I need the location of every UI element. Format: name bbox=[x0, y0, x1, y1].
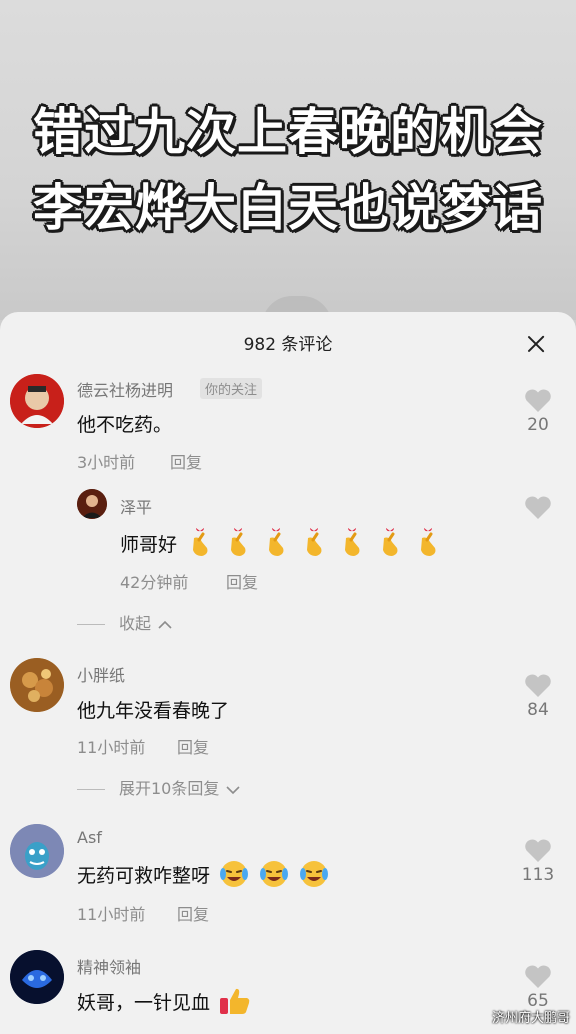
avatar[interactable] bbox=[77, 489, 107, 519]
watermark: 济州府大鹏哥 bbox=[491, 1011, 570, 1026]
like-button[interactable] bbox=[518, 495, 558, 520]
commenter-name[interactable]: 德云社杨进明 bbox=[77, 377, 173, 401]
like-button[interactable]: 84 bbox=[518, 673, 558, 720]
heart-icon bbox=[525, 965, 551, 988]
commenter-name[interactable]: 精神领袖 bbox=[77, 954, 141, 978]
avatar[interactable] bbox=[10, 374, 64, 428]
like-button[interactable]: 113 bbox=[518, 838, 558, 885]
finger-heart-emoji bbox=[337, 528, 367, 563]
crying-laughing-emoji bbox=[218, 858, 250, 895]
collapse-replies-button[interactable]: 收起 bbox=[77, 610, 172, 634]
divider bbox=[77, 624, 105, 625]
reply-button[interactable]: 回复 bbox=[177, 901, 209, 925]
like-count: 113 bbox=[521, 865, 555, 885]
finger-heart-emoji bbox=[223, 528, 253, 563]
avatar[interactable] bbox=[10, 950, 64, 1004]
like-count: 84 bbox=[527, 700, 549, 720]
expand-replies-button[interactable]: 展开10条回复 bbox=[77, 775, 241, 799]
comment-time: 3小时前 bbox=[77, 453, 136, 472]
comment-time: 11小时前 bbox=[77, 738, 146, 757]
comment-text-body: 师哥好 bbox=[120, 534, 178, 556]
chevron-down-icon bbox=[226, 785, 241, 794]
comment-text: 师哥好 bbox=[120, 528, 443, 563]
finger-heart-emoji bbox=[375, 528, 405, 563]
comment-text-body: 无药可救咋整呀 bbox=[77, 865, 211, 887]
heart-icon bbox=[525, 674, 551, 697]
comment-text: 妖哥，一针见血 bbox=[77, 986, 252, 1021]
comment-time: 42分钟前 bbox=[120, 573, 189, 592]
finger-heart-emoji bbox=[299, 528, 329, 563]
comment-count-header: 982 条评论 bbox=[243, 335, 333, 355]
finger-heart-emoji bbox=[261, 528, 291, 563]
heart-icon bbox=[525, 839, 551, 862]
chevron-up-icon bbox=[158, 620, 172, 629]
reply-button[interactable]: 回复 bbox=[226, 569, 258, 593]
expand-label: 展开10条回复 bbox=[119, 779, 220, 798]
following-tag: 你的关注 bbox=[200, 378, 263, 399]
comment-time: 11小时前 bbox=[77, 905, 146, 924]
comment-text: 无药可救咋整呀 bbox=[77, 858, 330, 895]
comment-text: 他九年没看春晚了 bbox=[77, 700, 230, 722]
commenter-name[interactable]: 小胖纸 bbox=[77, 662, 125, 686]
collapse-label: 收起 bbox=[119, 614, 152, 633]
divider bbox=[77, 789, 105, 790]
video-title-line2: 李宏烨大白天也说梦话 bbox=[33, 179, 543, 237]
like-button[interactable]: 20 bbox=[518, 388, 558, 435]
reply-button[interactable]: 回复 bbox=[170, 449, 202, 473]
crying-laughing-emoji bbox=[298, 858, 330, 895]
like-button[interactable]: 65 bbox=[518, 964, 558, 1011]
comment-sheet: 982 条评论 德云社杨进明 你的关注 他不吃药。 3小时前 回复 20 泽平 … bbox=[0, 312, 576, 1034]
reply-button[interactable]: 回复 bbox=[177, 734, 209, 758]
commenter-name[interactable]: 泽平 bbox=[120, 494, 152, 518]
finger-heart-emoji bbox=[185, 528, 215, 563]
thumbs-up-emoji bbox=[218, 986, 252, 1021]
like-count: 20 bbox=[527, 415, 549, 435]
crying-laughing-emoji bbox=[258, 858, 290, 895]
avatar[interactable] bbox=[10, 824, 64, 878]
video-title-line1: 错过九次上春晚的机会 bbox=[33, 103, 543, 161]
comment-text-body: 妖哥，一针见血 bbox=[77, 992, 211, 1014]
comment-text: 他不吃药。 bbox=[77, 414, 173, 436]
heart-icon bbox=[525, 496, 551, 519]
commenter-name[interactable]: Asf bbox=[77, 828, 102, 847]
heart-icon bbox=[525, 389, 551, 412]
avatar[interactable] bbox=[10, 658, 64, 712]
finger-heart-emoji bbox=[413, 528, 443, 563]
close-icon[interactable] bbox=[526, 334, 546, 354]
